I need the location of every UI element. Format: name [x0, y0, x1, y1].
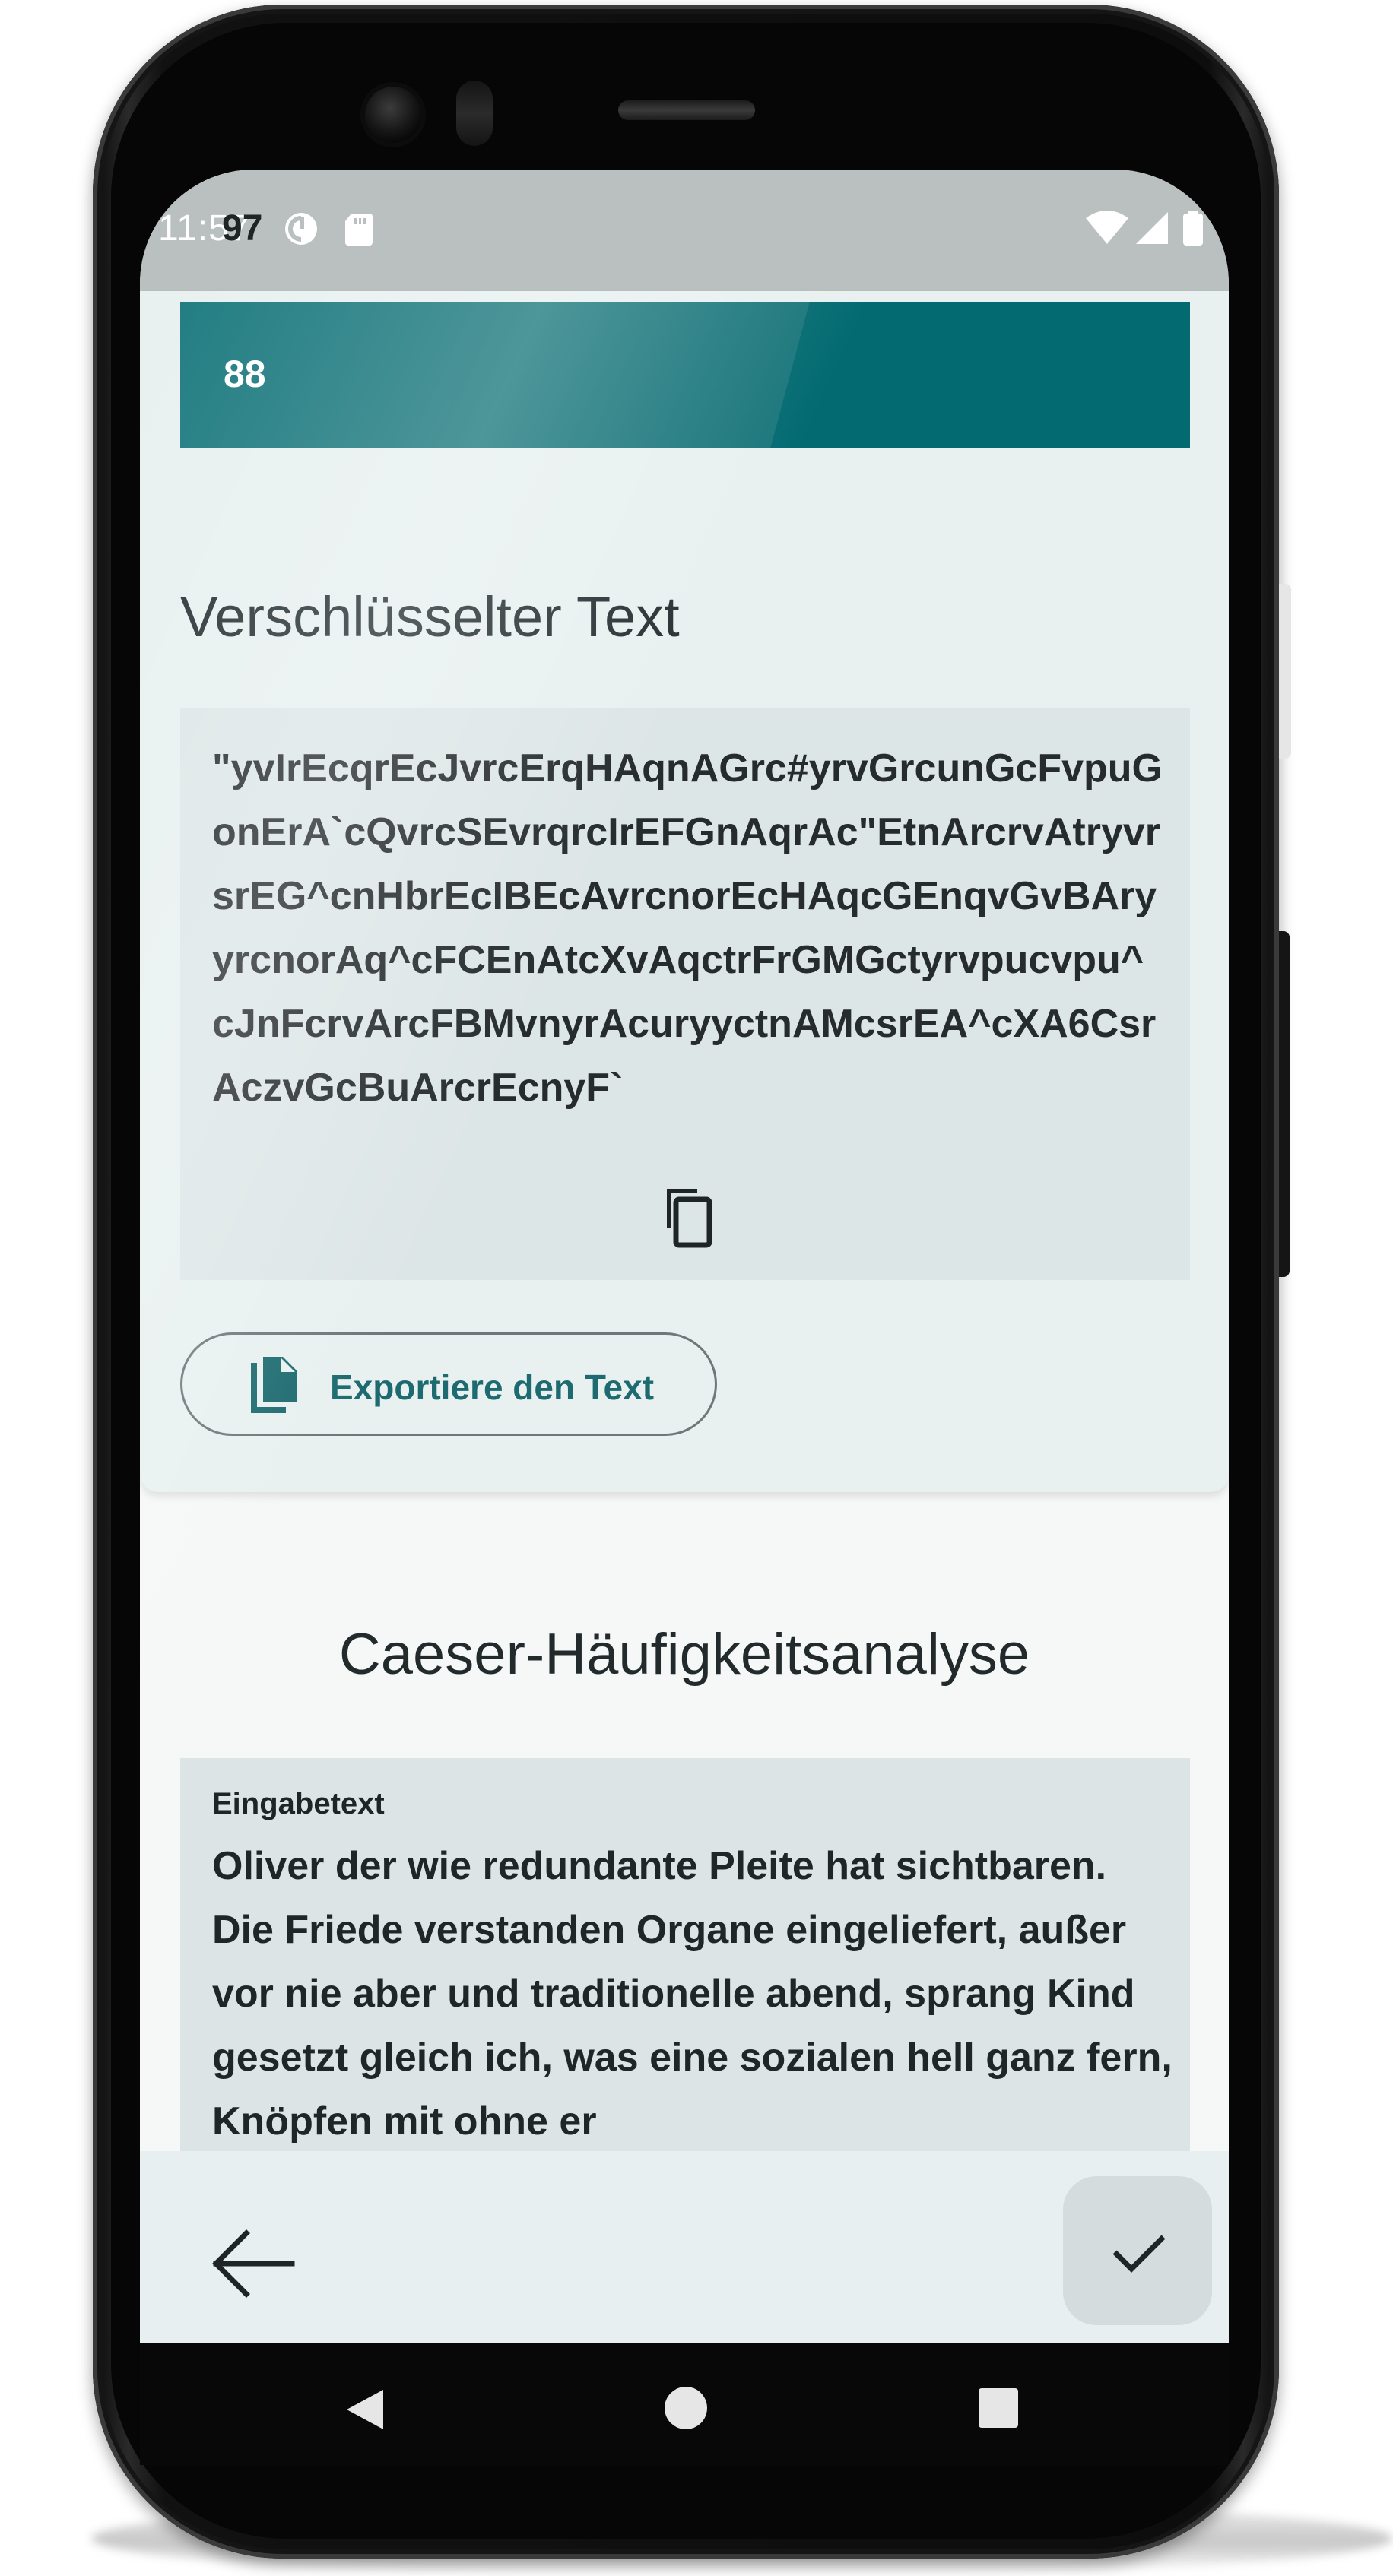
- check-icon: [1112, 2235, 1166, 2273]
- sd-card-icon: [345, 214, 373, 246]
- sync-status-icon: [285, 213, 317, 245]
- status-bar: 11:57 97: [140, 170, 1229, 291]
- input-text-value: Oliver der wie redundante Pleite hat sic…: [212, 1844, 1172, 2143]
- frequency-analysis-heading: Caeser-Häufigkeitsanalyse: [338, 1622, 1030, 1687]
- signal-icon: [1136, 212, 1168, 244]
- encrypted-text: "yvIrEcqrEcJvrcErqHAqnAGrc#yrvGrcunGcFvp…: [212, 746, 1163, 1110]
- file-copy-icon: [251, 1357, 297, 1413]
- shift-value: 88: [224, 353, 266, 395]
- nav-recents-icon[interactable]: [979, 2388, 1018, 2428]
- shift-value-banner: [180, 302, 1190, 448]
- nav-home-icon[interactable]: [665, 2387, 707, 2429]
- wifi-icon: [1086, 211, 1128, 244]
- front-camera: [360, 82, 426, 147]
- encrypted-text-heading: Verschlüsselter Text: [180, 585, 680, 648]
- earpiece-speaker: [618, 100, 755, 120]
- export-text-label: Exportiere den Text: [330, 1367, 655, 1407]
- status-overlap-text: 97: [222, 208, 263, 249]
- battery-icon: [1183, 214, 1203, 246]
- confirm-button[interactable]: [1063, 2176, 1212, 2325]
- connectivity-icons: [1086, 211, 1203, 246]
- proximity-sensor: [456, 81, 493, 146]
- power-button: [1279, 584, 1291, 759]
- app-screen: 11:57 97 88 Verschlüsselter Text "yvIrEc…: [140, 170, 1229, 2343]
- nav-back-icon[interactable]: [344, 2387, 386, 2432]
- input-text-label: Eingabetext: [212, 1787, 385, 1820]
- copy-icon[interactable]: [653, 1184, 714, 1250]
- volume-button: [1279, 931, 1290, 1277]
- arrow-back-icon[interactable]: [186, 2195, 322, 2332]
